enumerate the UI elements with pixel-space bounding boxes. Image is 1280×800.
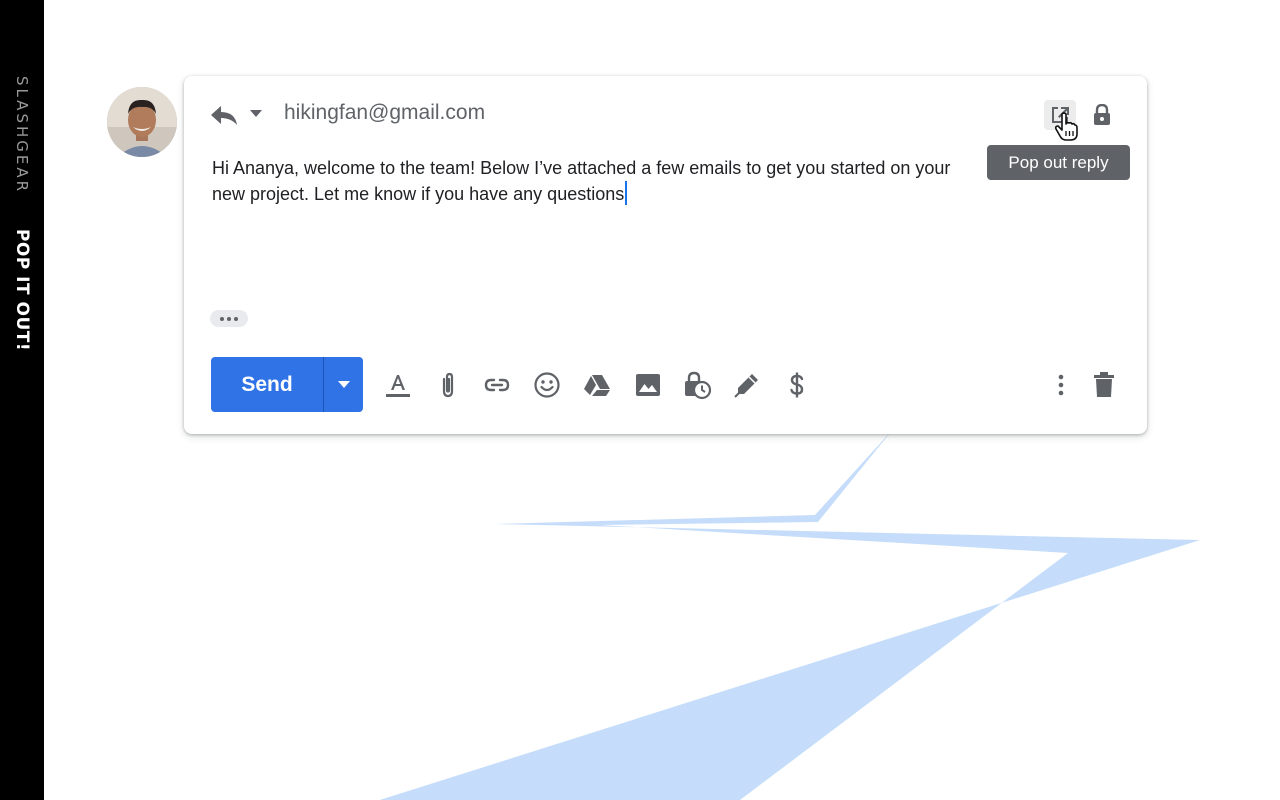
insert-signature-button[interactable]: [732, 370, 762, 400]
recipient-address[interactable]: hikingfan@gmail.com: [284, 101, 485, 125]
send-button-group: Send: [211, 357, 363, 412]
send-money-button[interactable]: [782, 370, 812, 400]
confidential-mode-icon: [685, 371, 712, 400]
attach-icon: [442, 372, 454, 398]
pop-out-reply-tooltip: Pop out reply: [987, 145, 1130, 180]
more-horiz-icon-dot: [234, 316, 238, 321]
text-cursor: [625, 181, 628, 205]
more-horiz-icon-dot: [227, 316, 231, 321]
discard-draft-button[interactable]: [1089, 370, 1119, 400]
lock-icon[interactable]: [1092, 104, 1112, 126]
attach-files-button[interactable]: [433, 370, 463, 400]
trash-icon: [1094, 372, 1114, 397]
formatting-options-button[interactable]: [383, 370, 413, 400]
emoji-icon: [534, 372, 560, 398]
reply-compose-card: hikingfan@gmail.com Pop out reply Hi Ana…: [184, 76, 1147, 434]
message-body-text: Hi Ananya, welcome to the team! Below I’…: [212, 158, 951, 204]
signature-icon: [734, 374, 758, 398]
insert-photo-button[interactable]: [633, 370, 663, 400]
hand-cursor-icon: [1054, 112, 1078, 141]
drive-icon: [584, 375, 610, 396]
send-button[interactable]: Send: [211, 357, 323, 412]
insert-drive-file-button[interactable]: [582, 370, 612, 400]
message-body[interactable]: Hi Ananya, welcome to the team! Below I’…: [212, 155, 982, 207]
text-format-icon: [386, 375, 410, 397]
chevron-down-icon[interactable]: [250, 110, 262, 118]
more-vert-icon: [1058, 374, 1064, 396]
avatar[interactable]: [107, 87, 177, 157]
dollar-icon: [790, 372, 804, 398]
photo-icon: [636, 374, 660, 396]
insert-emoji-button[interactable]: [532, 370, 562, 400]
insert-link-button[interactable]: [482, 370, 512, 400]
link-icon: [484, 378, 510, 392]
reply-icon[interactable]: [210, 103, 238, 127]
more-options-button[interactable]: [1046, 370, 1076, 400]
more-horiz-icon-dot: [220, 316, 224, 321]
show-trimmed-content-button[interactable]: [210, 310, 248, 327]
send-options-button[interactable]: [324, 357, 363, 412]
confidential-mode-button[interactable]: [682, 370, 712, 400]
chevron-down-icon: [337, 380, 350, 388]
